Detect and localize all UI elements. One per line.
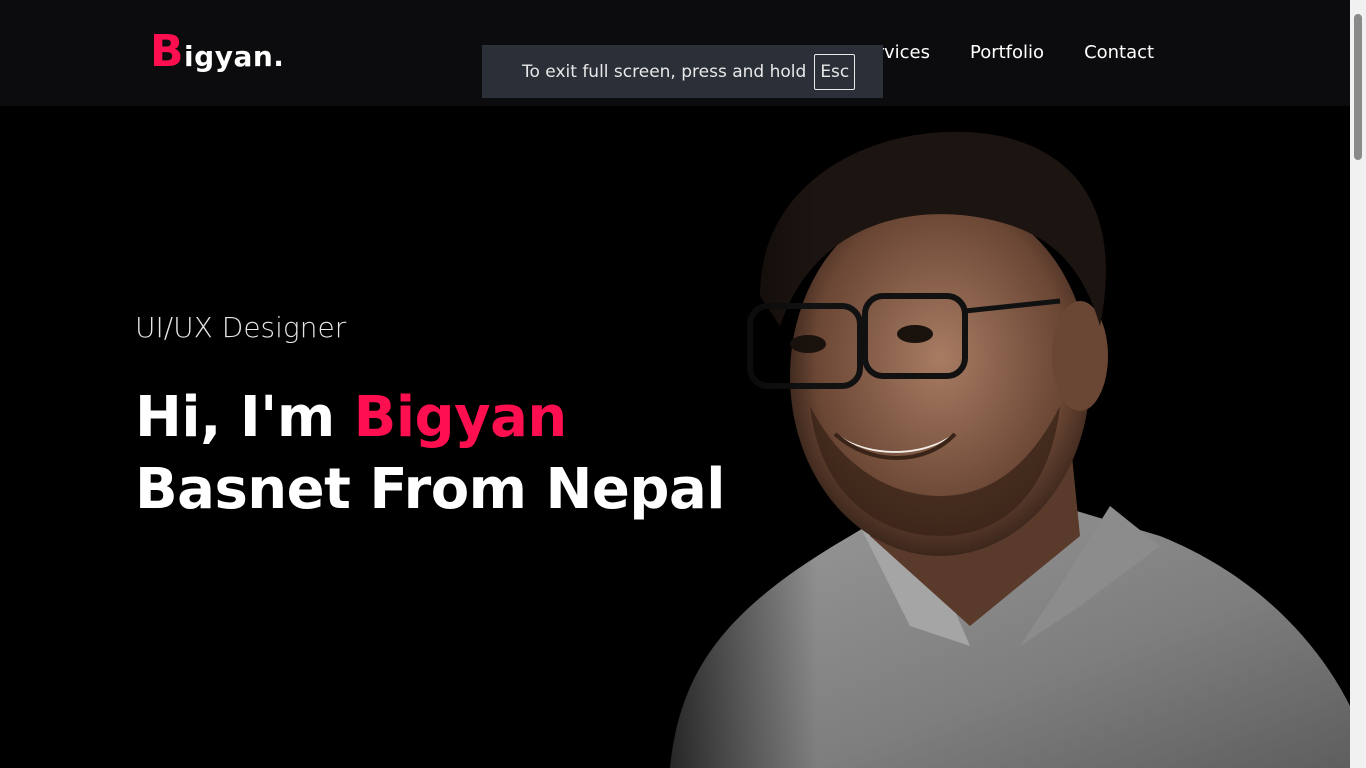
portrait-photo	[640, 106, 1350, 768]
page-scrollbar[interactable]	[1350, 0, 1366, 768]
fullscreen-exit-toast: To exit full screen, press and hold Esc	[482, 45, 883, 98]
logo-text: igyan.	[184, 40, 285, 73]
hero-subtitle: UI/UX Designer	[135, 311, 347, 344]
hero-section: UI/UX Designer Hi, I'm Bigyan Basnet Fro…	[135, 308, 725, 526]
scrollbar-thumb[interactable]	[1354, 14, 1362, 160]
hero-line2: Basnet From Nepal	[135, 457, 725, 522]
nav-links: Services Portfolio Contact	[870, 40, 1154, 66]
site-logo[interactable]: Bigyan.	[150, 30, 284, 80]
nav-link-contact[interactable]: Contact	[1084, 40, 1154, 66]
portrait-illustration	[640, 106, 1350, 768]
hero-greeting: Hi, I'm	[135, 385, 354, 450]
logo-initial: B	[150, 26, 185, 77]
esc-key-badge: Esc	[814, 53, 856, 90]
hero-headline: Hi, I'm Bigyan Basnet From Nepal	[135, 382, 725, 526]
hero-name-accent: Bigyan	[353, 385, 568, 450]
toast-text: To exit full screen, press and hold	[522, 61, 807, 82]
nav-link-portfolio[interactable]: Portfolio	[970, 40, 1044, 66]
